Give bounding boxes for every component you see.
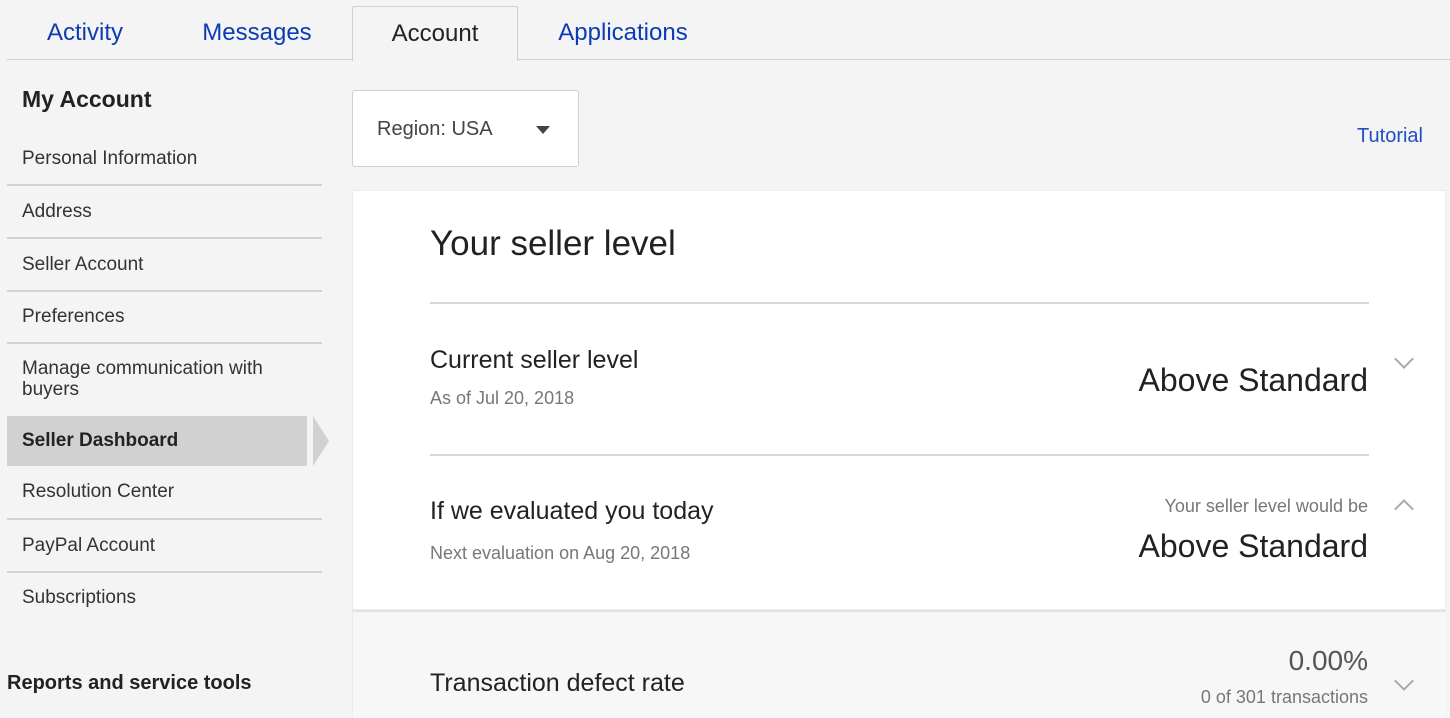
defect-rate-title: Transaction defect rate [430,669,685,697]
tab-applications[interactable]: Applications [545,6,701,60]
tutorial-link[interactable]: Tutorial [1357,125,1423,148]
current-level-date: As of Jul 20, 2018 [430,388,575,408]
sidebar-item-address[interactable]: Address [7,186,322,239]
next-evaluation-date: Next evaluation on Aug 20, 2018 [430,543,691,563]
region-dropdown[interactable]: Region: USA [352,90,579,167]
evaluated-today-title: If we evaluated you today [430,497,714,525]
sidebar-title: My Account [22,86,152,112]
defect-rate-detail: 0 of 301 transactions [1200,687,1368,707]
sidebar-section-reports: Reports and service tools [7,672,252,694]
caret-down-icon [536,126,550,134]
sidebar-item-preferences[interactable]: Preferences [7,292,322,344]
tab-activity[interactable]: Activity [20,6,150,60]
sidebar-item-seller-dashboard[interactable]: Seller Dashboard [7,416,307,466]
evaluated-level-value: Above Standard [1138,528,1369,564]
current-level-value: Above Standard [1138,362,1369,398]
top-tabs: Activity Messages Account Applications [0,0,1450,61]
divider [430,302,1369,304]
region-label: Region: USA [377,118,493,140]
divider [430,454,1369,456]
sidebar-item-manage-communication[interactable]: Manage communication with buyers [7,358,322,408]
sidebar-item-resolution-center[interactable]: Resolution Center [7,468,322,520]
tab-messages[interactable]: Messages [187,6,327,60]
sidebar-item-subscriptions[interactable]: Subscriptions [7,573,322,623]
seller-level-title: Your seller level [430,224,676,263]
defect-rate-value: 0.00% [1288,645,1368,676]
tab-account[interactable]: Account [352,6,518,61]
would-be-hint: Your seller level would be [1164,496,1368,516]
sidebar-item-personal-information[interactable]: Personal Information [7,132,322,186]
current-level-title: Current seller level [430,346,639,374]
sidebar-item-paypal-account[interactable]: PayPal Account [7,520,322,573]
active-item-arrow [313,416,329,466]
sidebar-item-seller-account[interactable]: Seller Account [7,239,322,292]
